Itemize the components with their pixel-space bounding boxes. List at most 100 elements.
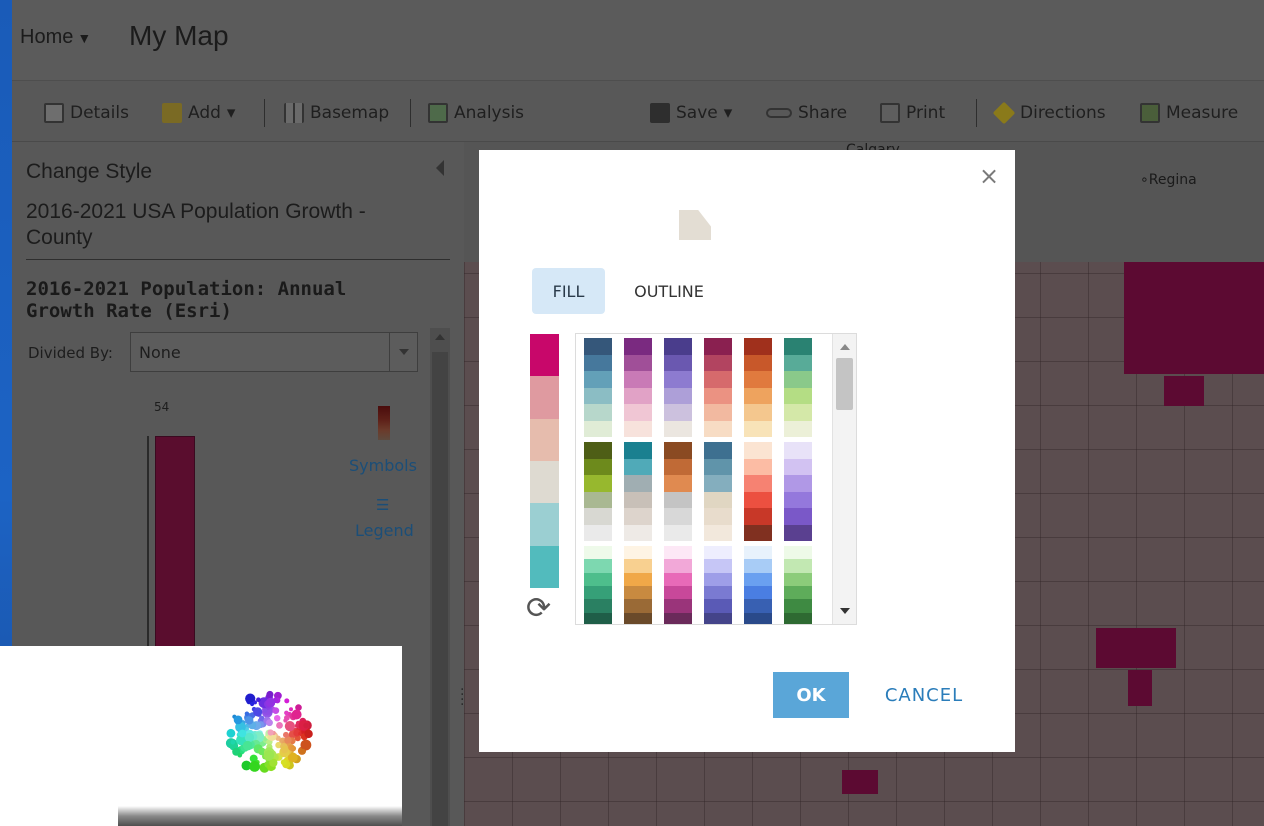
- color-ramp-option[interactable]: [664, 442, 692, 541]
- print-button[interactable]: Print: [880, 101, 945, 125]
- ramp-color-band: [530, 334, 559, 377]
- legend-icon[interactable]: ☰: [376, 496, 389, 514]
- divider: [26, 259, 450, 260]
- color-ramp-option[interactable]: [584, 338, 612, 437]
- scroll-up-icon[interactable]: [840, 344, 850, 350]
- color-ramp-option[interactable]: [704, 442, 732, 541]
- app-header: Home ▼ My Map: [12, 0, 1264, 80]
- ramp-color-band: [784, 338, 812, 355]
- color-ramp-option[interactable]: [624, 338, 652, 437]
- save-button[interactable]: Save ▾: [650, 101, 732, 125]
- cancel-button[interactable]: CANCEL: [873, 672, 975, 718]
- color-dot: [266, 719, 273, 727]
- ramp-color-band: [704, 612, 732, 624]
- panel-scrollbar[interactable]: [430, 328, 450, 826]
- scroll-down-icon[interactable]: [840, 608, 850, 614]
- ok-button[interactable]: OK: [773, 672, 849, 718]
- ramp-color-band: [704, 508, 732, 525]
- ramp-color-band: [664, 491, 692, 508]
- ramp-color-band: [704, 572, 732, 586]
- tab-outline[interactable]: OUTLINE: [621, 268, 717, 314]
- scroll-up-icon[interactable]: [435, 334, 445, 340]
- ramp-color-band: [744, 420, 772, 437]
- ramp-color-band: [584, 572, 612, 586]
- legend-link[interactable]: Legend: [355, 521, 414, 540]
- color-dot: [242, 740, 253, 751]
- ramp-color-band: [584, 420, 612, 437]
- analysis-button[interactable]: Analysis: [428, 101, 524, 125]
- overlay-shadow: [118, 806, 402, 826]
- ramp-color-band: [624, 546, 652, 560]
- color-ramp-option[interactable]: [704, 546, 732, 624]
- home-label: Home: [20, 26, 74, 48]
- ramp-color-band: [784, 354, 812, 371]
- ramp-color-band: [584, 585, 612, 600]
- divided-by-select[interactable]: None: [130, 332, 418, 372]
- toolbar-divider: [264, 99, 265, 127]
- ramp-color-band: [624, 420, 652, 437]
- color-dot: [259, 715, 265, 721]
- symbols-link[interactable]: Symbols: [349, 456, 417, 475]
- color-wheel-icon[interactable]: [222, 686, 316, 780]
- color-dot: [284, 714, 290, 721]
- add-caret-icon: ▾: [226, 103, 236, 123]
- ramp-row: [584, 546, 812, 624]
- ramp-list-scrollbar[interactable]: [832, 334, 856, 624]
- ramp-color-band: [584, 475, 612, 492]
- color-ramp-option[interactable]: [744, 442, 772, 541]
- ramp-color-band: [744, 612, 772, 624]
- ramp-color-band: [704, 442, 732, 459]
- color-dot: [263, 708, 268, 713]
- ramp-color-band: [664, 404, 692, 421]
- color-ramp-option[interactable]: [584, 442, 612, 541]
- tab-fill[interactable]: FILL: [532, 268, 605, 314]
- basemap-button[interactable]: Basemap: [284, 101, 389, 125]
- ramp-color-band: [664, 371, 692, 388]
- ramp-color-band: [624, 599, 652, 613]
- share-button[interactable]: Share: [766, 101, 847, 125]
- refresh-icon[interactable]: ⟳: [526, 594, 551, 624]
- home-menu[interactable]: Home ▼: [20, 26, 91, 49]
- ramp-color-band: [530, 503, 559, 546]
- color-ramp-option[interactable]: [784, 338, 812, 437]
- ramp-color-band: [624, 404, 652, 421]
- divided-by-label: Divided By:: [28, 344, 113, 362]
- ramp-color-band: [704, 491, 732, 508]
- color-dot: [272, 707, 280, 714]
- color-picker-overlay: [0, 646, 402, 826]
- measure-button[interactable]: Measure: [1140, 101, 1238, 125]
- county-high-growth: [1124, 262, 1264, 374]
- collapse-panel-icon[interactable]: [436, 160, 444, 176]
- panel-splitter-handle[interactable]: · · · ·: [460, 683, 464, 712]
- color-ramp-option[interactable]: [784, 442, 812, 541]
- scroll-thumb[interactable]: [432, 352, 448, 826]
- color-ramp-option[interactable]: [624, 442, 652, 541]
- chevron-down-icon[interactable]: [389, 333, 417, 371]
- ramp-color-band: [584, 458, 612, 475]
- symbol-ramp-swatch[interactable]: [378, 406, 390, 440]
- color-ramp-option[interactable]: [584, 546, 612, 624]
- color-dot: [300, 739, 312, 751]
- ramp-color-band: [704, 371, 732, 388]
- scroll-thumb[interactable]: [836, 358, 853, 410]
- color-ramp-option[interactable]: [664, 338, 692, 437]
- color-ramp-option[interactable]: [624, 546, 652, 624]
- directions-button[interactable]: Directions: [992, 101, 1106, 125]
- ramp-color-band: [664, 458, 692, 475]
- ramp-color-band: [624, 371, 652, 388]
- ramp-color-band: [664, 572, 692, 586]
- color-ramp-option[interactable]: [744, 338, 772, 437]
- selected-color-ramp[interactable]: [530, 334, 559, 588]
- color-ramp-option[interactable]: [784, 546, 812, 624]
- details-button[interactable]: Details: [44, 101, 129, 125]
- ramp-color-band: [584, 491, 612, 508]
- color-ramp-option[interactable]: [704, 338, 732, 437]
- ramp-color-band: [584, 354, 612, 371]
- add-button[interactable]: Add ▾: [162, 101, 235, 125]
- color-ramp-option[interactable]: [744, 546, 772, 624]
- close-icon[interactable]: ×: [979, 164, 999, 188]
- color-dot: [276, 722, 283, 729]
- color-ramp-option[interactable]: [664, 546, 692, 624]
- ramp-color-band: [704, 338, 732, 355]
- color-dot: [284, 698, 290, 704]
